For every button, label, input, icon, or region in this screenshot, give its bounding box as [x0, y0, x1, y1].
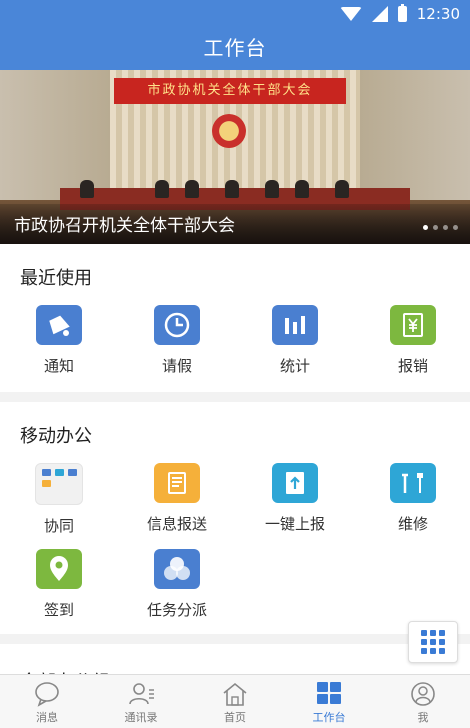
bar-chart-icon	[272, 305, 318, 345]
status-bar: 12:30	[339, 4, 460, 24]
bottom-nav: 消息 通讯录 首页 工作台 我	[0, 674, 470, 728]
user-icon	[409, 681, 437, 707]
mobile-office-section: 移动办公 协同 信息报送 一键上报 维修 签到 任务分派	[0, 402, 470, 634]
circles-icon	[154, 549, 200, 589]
mobile-item-info-report[interactable]: 信息报送	[118, 463, 236, 534]
tools-icon	[390, 463, 436, 503]
mobile-item-quick-report[interactable]: 一键上报	[236, 463, 354, 534]
tab-messages[interactable]: 消息	[0, 675, 94, 728]
mobile-item-task-assign[interactable]: 任务分派	[118, 549, 236, 620]
section-title-recent: 最近使用	[20, 268, 92, 289]
header-bar: 12:30 工作台	[0, 0, 470, 70]
receipt-yen-icon	[390, 305, 436, 345]
chat-icon	[33, 681, 61, 707]
recent-section: 最近使用 通知 请假 统计 报销	[0, 244, 470, 392]
app-grid-button[interactable]	[408, 621, 458, 663]
tab-contacts[interactable]: 通讯录	[94, 675, 188, 728]
tab-workbench[interactable]: 工作台	[282, 675, 376, 728]
recent-item-leave[interactable]: 请假	[118, 305, 236, 376]
mobile-item-collab[interactable]: 协同	[0, 463, 118, 536]
emblem-icon	[212, 114, 246, 148]
recent-item-reimburse[interactable]: 报销	[354, 305, 470, 376]
wifi-icon	[339, 7, 362, 21]
bell-icon	[36, 305, 82, 345]
recent-item-statistics[interactable]: 统计	[236, 305, 354, 376]
contacts-icon	[127, 681, 155, 707]
signal-icon	[371, 6, 388, 22]
document-icon	[154, 463, 200, 503]
news-banner[interactable]: 市政协机关全体干部大会 市政协召开机关全体干部大会	[0, 70, 470, 244]
location-pin-icon	[36, 549, 82, 589]
tab-me[interactable]: 我	[376, 675, 470, 728]
upload-icon	[272, 463, 318, 503]
page-title: 工作台	[203, 36, 267, 60]
banner-caption: 市政协召开机关全体干部大会	[14, 216, 235, 236]
home-icon	[221, 681, 249, 707]
clock-icon	[154, 305, 200, 345]
mobile-item-repair[interactable]: 维修	[354, 463, 470, 534]
battery-icon	[397, 4, 407, 22]
banner-sign: 市政协机关全体干部大会	[114, 78, 346, 104]
tab-home[interactable]: 首页	[188, 675, 282, 728]
mobile-item-checkin[interactable]: 签到	[0, 549, 118, 620]
section-title-mobile: 移动办公	[20, 426, 92, 447]
apps-grid-icon	[35, 463, 83, 505]
recent-item-notice[interactable]: 通知	[0, 305, 118, 376]
carousel-indicator	[423, 225, 458, 230]
workbench-icon	[315, 681, 343, 707]
status-time: 12:30	[416, 5, 460, 23]
